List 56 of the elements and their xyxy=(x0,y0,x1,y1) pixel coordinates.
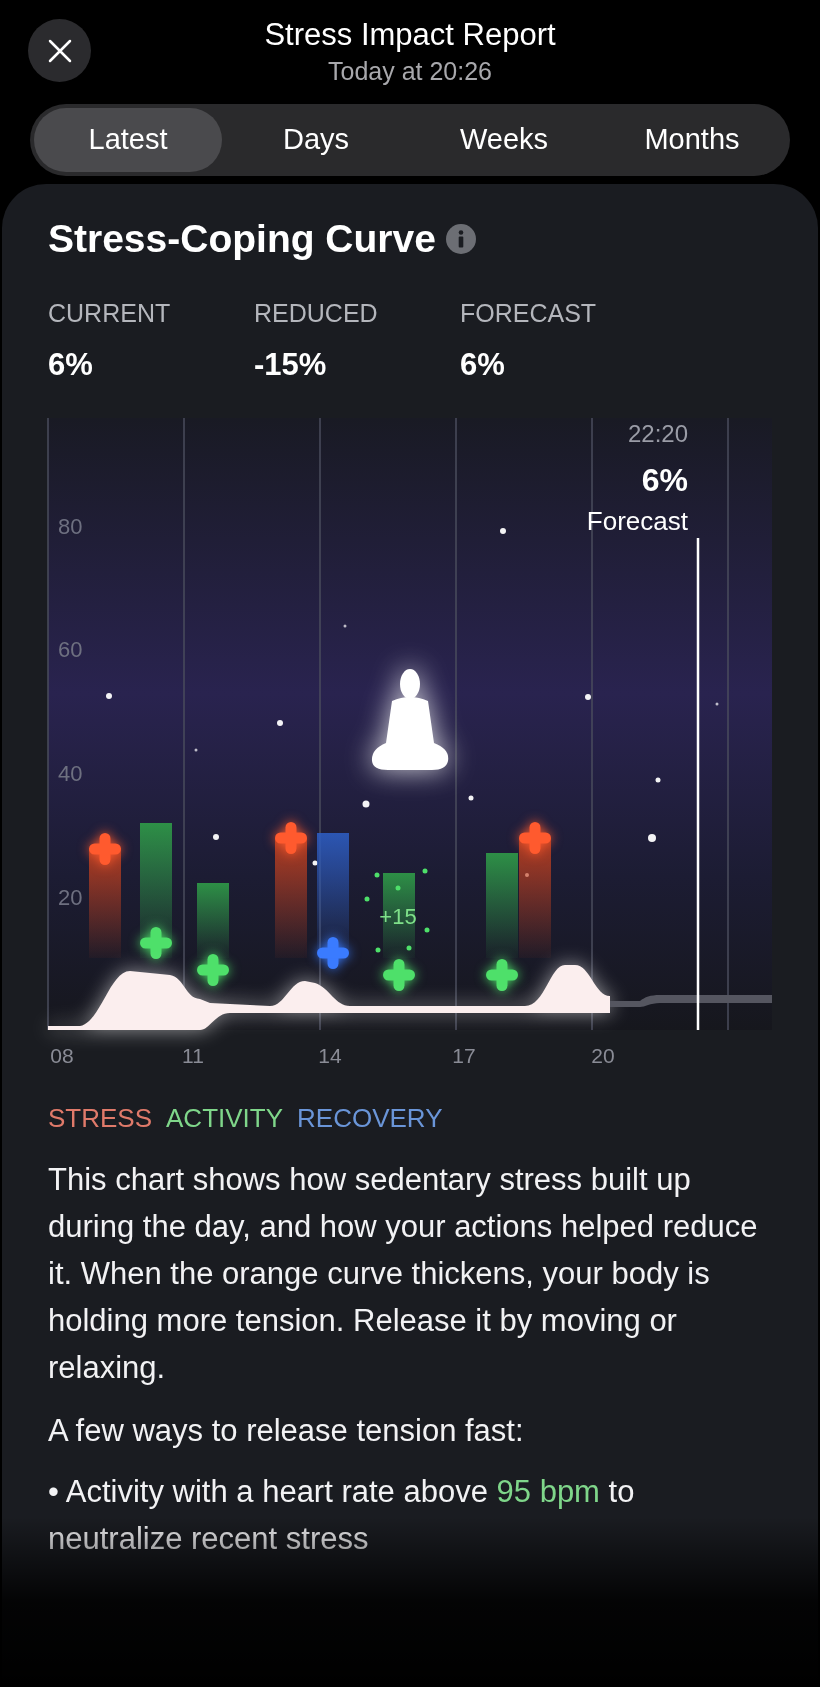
star-dot xyxy=(500,527,506,534)
event-marker-icon xyxy=(317,936,349,969)
x-axis-label: 17 xyxy=(452,1043,476,1067)
y-axis-label: 60 xyxy=(58,636,83,662)
x-axis-label: 08 xyxy=(50,1043,74,1067)
stat-value: -15% xyxy=(254,346,328,384)
event-marker-icon xyxy=(486,958,518,991)
period-tab[interactable]: Days xyxy=(222,108,410,172)
legend-label: STRESS xyxy=(48,1101,153,1135)
period-tab[interactable]: Weeks xyxy=(410,108,598,172)
forecast-time: 22:20 xyxy=(627,419,688,447)
star-dot xyxy=(194,748,198,751)
legend-label: ACTIVITY xyxy=(166,1101,284,1135)
tips-heading: A few ways to release tension fast: xyxy=(47,1411,525,1450)
star-dot xyxy=(213,833,219,840)
y-axis-label: 80 xyxy=(58,513,83,539)
period-tab[interactable]: Latest xyxy=(34,108,222,172)
stat-label: REDUCED xyxy=(254,297,379,329)
tip-item: • Activity with a heart rate above 95 bpm to neutralize recent stress xyxy=(47,1472,636,1558)
card-title: Stress-Coping Curve xyxy=(48,216,436,262)
star-dot xyxy=(343,624,347,627)
star-dot xyxy=(277,719,283,726)
x-axis-label: 20 xyxy=(591,1043,615,1067)
star-dot xyxy=(312,860,318,865)
period-tab[interactable]: Months xyxy=(598,108,786,172)
forecast-value: 6% xyxy=(641,461,688,498)
star-dot xyxy=(715,702,719,705)
report-timestamp: Today at 20:26 xyxy=(328,56,492,87)
star-dot xyxy=(648,833,656,842)
y-axis-label: 20 xyxy=(58,884,83,910)
event-marker-icon xyxy=(519,821,551,854)
event-marker-icon xyxy=(275,821,307,854)
close-icon xyxy=(46,37,73,64)
stat-value: 6% xyxy=(460,346,506,384)
x-axis-label: 11 xyxy=(182,1043,204,1067)
forecast-label: Forecast xyxy=(586,505,688,536)
event-marker-icon xyxy=(89,832,121,865)
star-dot xyxy=(585,693,591,700)
stat-label: FORECAST xyxy=(460,297,598,329)
star-dot xyxy=(468,795,474,800)
y-axis-label: 40 xyxy=(58,760,83,786)
gain-label: +15 xyxy=(379,903,417,929)
star-dot xyxy=(655,777,661,782)
event-marker-icon xyxy=(383,958,415,991)
star-dot xyxy=(362,800,370,807)
report-title: Stress Impact Report xyxy=(264,16,556,54)
event-marker-icon xyxy=(140,926,172,959)
stat-label: CURRENT xyxy=(48,297,172,329)
chart-description: This chart shows how sedentary stress built up during the day, and how your actions helped reduce it. When the orange curve thickens, your body is holding more tension. Release it by moving or relaxing. xyxy=(47,1160,759,1387)
star-dot xyxy=(106,692,112,699)
stat-value: 6% xyxy=(48,346,94,384)
info-icon xyxy=(445,224,476,255)
x-axis-label: 14 xyxy=(318,1043,342,1067)
event-marker-icon xyxy=(197,953,229,986)
legend-label: RECOVERY xyxy=(297,1101,443,1135)
meditating-figure-icon xyxy=(371,668,449,770)
